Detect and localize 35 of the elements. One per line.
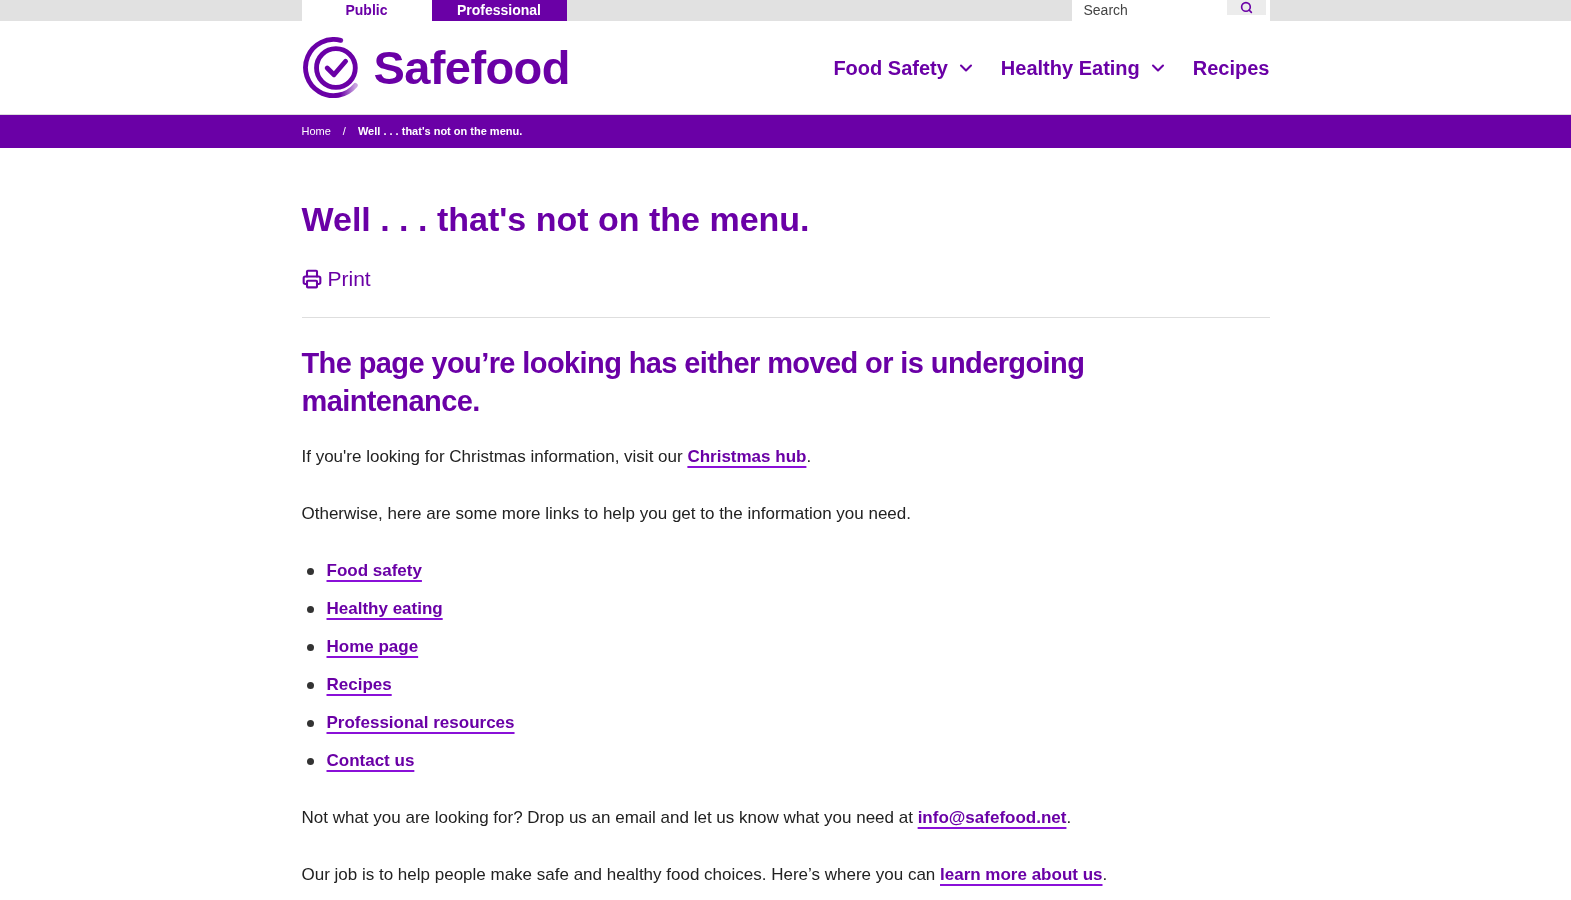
printer-icon: [301, 269, 322, 289]
audience-tab[interactable]: Professional: [431, 0, 567, 21]
bullet-icon: [306, 643, 314, 651]
list-link[interactable]: Food safety: [326, 558, 422, 584]
body-paragraph: Our job is to help people make safe and healthy food choices. Here’s where you can learn more about us.: [301, 864, 1109, 886]
bullet-icon: [306, 757, 314, 765]
breadcrumb-separator: /: [342, 124, 346, 140]
page-title: Well . . . that's not on the menu.: [301, 199, 811, 240]
nav-item[interactable]: Food Safety: [833, 53, 976, 82]
bullet-icon: [306, 605, 314, 613]
list-link[interactable]: Recipes: [326, 672, 392, 698]
inline-link[interactable]: learn more about us: [940, 865, 1103, 884]
body-paragraph: Otherwise, here are some more links to help you get to the information you need.: [301, 503, 912, 525]
print-button[interactable]: Print: [301, 265, 371, 293]
search-icon: [1239, 1, 1253, 14]
search-bar[interactable]: Search: [1071, 0, 1270, 21]
breadcrumb-link[interactable]: Home: [301, 123, 331, 140]
search-button[interactable]: [1226, 0, 1266, 15]
list-link[interactable]: Professional resources: [326, 710, 515, 736]
nav-item[interactable]: Healthy Eating: [1000, 53, 1168, 82]
list-link[interactable]: Contact us: [326, 748, 415, 774]
audience-tab[interactable]: Public: [301, 0, 432, 21]
nav-item[interactable]: Recipes: [1192, 53, 1270, 82]
inline-link[interactable]: Christmas hub: [687, 447, 807, 466]
bullet-icon: [306, 719, 314, 727]
inline-link[interactable]: info@safefood.net: [917, 808, 1067, 827]
breadcrumb-current: Well . . . that's not on the menu.: [357, 124, 523, 140]
bullet-icon: [306, 681, 314, 689]
bullet-icon: [306, 567, 314, 575]
body-paragraph: If you're looking for Christmas information, visit our Christmas hub.: [301, 446, 813, 468]
section-heading: The page you’re looking has either moved or is undergoing maintenance.: [301, 346, 1086, 419]
body-paragraph: Not what you are looking for? Drop us an email and let us know what you need at info@safefood.net.: [301, 807, 1073, 829]
list-link[interactable]: Healthy eating: [326, 596, 443, 622]
list-link[interactable]: Home page: [326, 634, 419, 660]
logo-link[interactable]: Safefood: [301, 36, 570, 99]
